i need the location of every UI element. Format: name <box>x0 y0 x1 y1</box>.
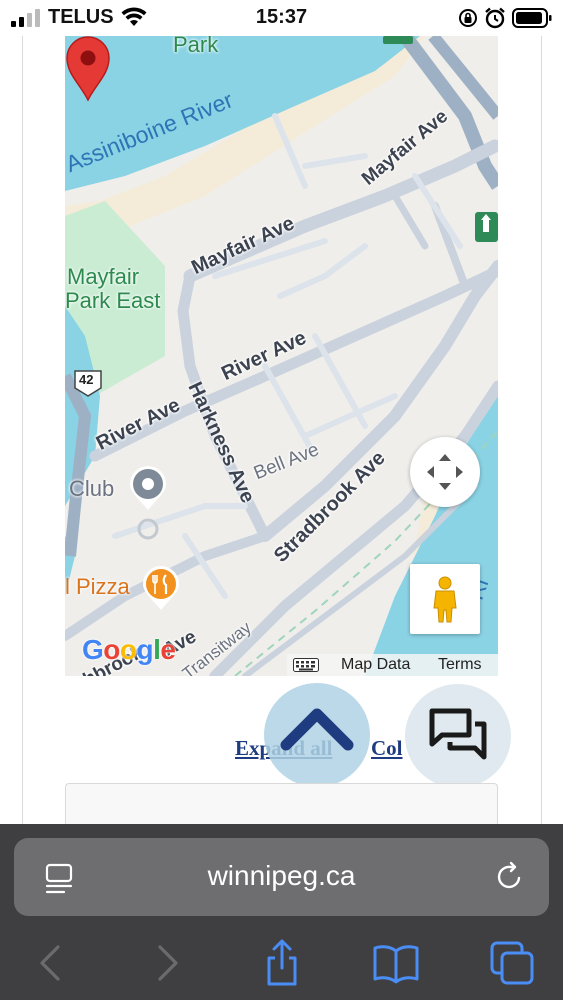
rotation-lock-icon <box>459 9 477 27</box>
park-label-east: Park East <box>65 288 161 313</box>
keyboard-shortcuts-icon[interactable] <box>293 658 319 672</box>
battery-icon <box>512 8 552 28</box>
fullscreen-icon <box>427 454 463 490</box>
map-attribution-bar: Map Data Terms <box>287 654 498 676</box>
browser-toolbar: winnipeg.ca <box>0 824 563 1000</box>
chat-icon <box>429 708 487 760</box>
back-icon[interactable] <box>26 939 74 987</box>
address-bar[interactable]: winnipeg.ca <box>14 838 549 916</box>
reload-icon[interactable] <box>494 861 526 893</box>
clock-time: 15:37 <box>255 6 308 28</box>
fullscreen-button[interactable] <box>410 437 480 507</box>
page-border-left <box>22 36 23 824</box>
google-logo: Google <box>82 634 176 665</box>
location-pin-icon[interactable] <box>65 36 111 102</box>
tabs-icon[interactable] <box>488 939 536 987</box>
park-label-mayfair: Mayfair <box>67 264 140 289</box>
alarm-icon <box>485 7 505 29</box>
poi-label-pizza[interactable]: l Pizza <box>65 574 130 600</box>
bookmarks-icon[interactable] <box>372 939 420 987</box>
share-icon[interactable] <box>258 939 306 987</box>
pegman-icon <box>433 576 457 623</box>
route-shield-number: 42 <box>79 372 94 387</box>
map-data-link[interactable]: Map Data <box>341 656 410 674</box>
forward-icon[interactable] <box>144 939 192 987</box>
url-text[interactable]: winnipeg.ca <box>14 860 549 892</box>
restaurant-icon[interactable] <box>141 566 181 612</box>
page-border-right <box>541 36 542 824</box>
poi-label-club[interactable]: Club <box>69 476 114 502</box>
poi-marker-icon[interactable] <box>128 466 168 512</box>
street-view-pegman-button[interactable] <box>410 564 480 634</box>
status-bar: TELUS 15:37 <box>0 0 563 36</box>
collapse-all-link[interactable]: Col <box>371 736 403 761</box>
chat-button[interactable] <box>405 684 511 788</box>
terms-link[interactable]: Terms <box>438 656 482 674</box>
chevron-up-icon <box>280 708 354 751</box>
embedded-map[interactable]: Assiniboine River Ri Park Mayfair Park E… <box>65 36 498 676</box>
scroll-to-top-button[interactable] <box>264 683 370 787</box>
park-label: Park <box>173 36 219 57</box>
